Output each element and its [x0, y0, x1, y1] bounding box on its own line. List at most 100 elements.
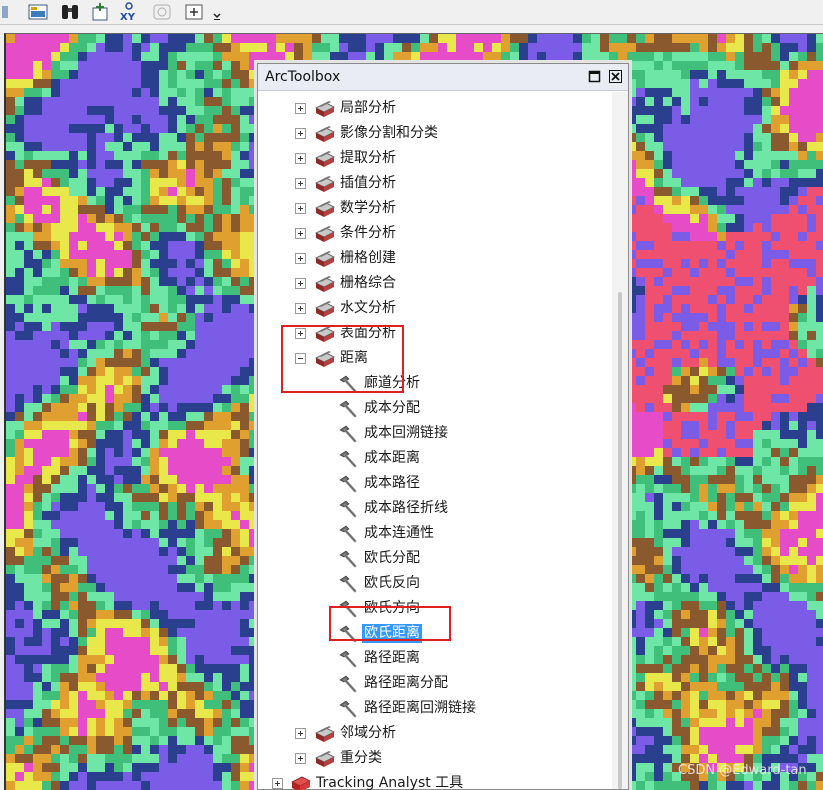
arctoolbox-titlebar[interactable]: ArcToolbox	[258, 64, 628, 91]
xy-goto-icon[interactable]: XY	[116, 1, 142, 23]
watermark: CSDN @Edward-tan	[678, 763, 807, 778]
hammer-tool-icon	[337, 499, 359, 519]
toolset-icon	[313, 749, 337, 769]
tree-item-label: 数学分析	[340, 200, 396, 216]
overflow-chevron-icon[interactable]	[210, 1, 224, 23]
add-data-icon[interactable]	[88, 1, 112, 23]
toolset-item[interactable]: 邻域分析	[258, 721, 612, 746]
tree-item-label: 影像分割和分类	[340, 125, 438, 141]
binoculars-icon[interactable]	[58, 1, 82, 23]
expand-icon[interactable]	[295, 103, 306, 114]
toolset-icon	[313, 174, 337, 194]
tree-scrollbar[interactable]	[612, 92, 628, 789]
scrollbar-thumb[interactable]	[618, 292, 622, 789]
hammer-tool-icon	[337, 474, 359, 494]
toolbox-item-tracking-analyst[interactable]: Tracking Analyst 工具	[258, 771, 612, 790]
tree-item-label: 路径距离	[364, 650, 420, 666]
tree-item-label: 欧氏反向	[364, 575, 420, 591]
highlight-box-euclidean-distance	[329, 606, 451, 641]
tree-item-label: 成本路径折线	[364, 500, 448, 516]
expand-icon[interactable]	[295, 278, 306, 289]
toolset-item[interactable]: 影像分割和分类	[258, 121, 612, 146]
toolset-item[interactable]: 数学分析	[258, 196, 612, 221]
tree-item-label: 插值分析	[340, 175, 396, 191]
tool-item[interactable]: 路径距离分配	[258, 671, 612, 696]
time-slider-icon[interactable]	[150, 1, 174, 23]
tool-item[interactable]: 成本分配	[258, 396, 612, 421]
hammer-tool-icon	[337, 674, 359, 694]
tool-item[interactable]: 成本路径折线	[258, 496, 612, 521]
toolset-item[interactable]: 栅格创建	[258, 246, 612, 271]
tool-item[interactable]: 成本距离	[258, 446, 612, 471]
toolset-icon	[313, 249, 337, 269]
tree-item-label: 成本回溯链接	[364, 425, 448, 441]
hammer-tool-icon	[337, 699, 359, 719]
main-toolbar: XY	[0, 0, 823, 25]
toolset-item[interactable]: 插值分析	[258, 171, 612, 196]
tool-item[interactable]: 路径距离	[258, 646, 612, 671]
toolset-icon	[313, 199, 337, 219]
close-icon	[609, 70, 622, 83]
toolset-icon	[313, 124, 337, 144]
expand-icon[interactable]	[295, 303, 306, 314]
tool-item[interactable]: 路径距离回溯链接	[258, 696, 612, 721]
close-button[interactable]	[607, 68, 624, 85]
expand-icon[interactable]	[295, 203, 306, 214]
tree-item-label: 邻域分析	[340, 725, 396, 741]
tree-item-label: 栅格综合	[340, 275, 396, 291]
tree-item-label: 成本距离	[364, 450, 420, 466]
tree-item-label: 提取分析	[340, 150, 396, 166]
tree-item-label: Tracking Analyst 工具	[316, 775, 464, 790]
tool-item[interactable]: 成本连通性	[258, 521, 612, 546]
expand-icon[interactable]	[295, 178, 306, 189]
toolset-icon	[313, 149, 337, 169]
hammer-tool-icon	[337, 549, 359, 569]
tree-item-label: 成本连通性	[364, 525, 434, 541]
expand-icon[interactable]	[295, 253, 306, 264]
window-title: ArcToolbox	[265, 69, 341, 85]
expand-icon[interactable]	[295, 728, 306, 739]
hammer-tool-icon	[337, 649, 359, 669]
toolset-icon	[313, 99, 337, 119]
tree-item-label: 水文分析	[340, 300, 396, 316]
tree-item-label: 重分类	[340, 750, 382, 766]
hammer-tool-icon	[337, 399, 359, 419]
expand-icon[interactable]	[295, 228, 306, 239]
layout-icon[interactable]	[26, 1, 50, 23]
toolset-icon	[313, 299, 337, 319]
expand-icon[interactable]	[272, 778, 283, 789]
maximize-icon	[588, 70, 601, 83]
expand-icon[interactable]	[295, 128, 306, 139]
tree-item-label: 欧氏分配	[364, 550, 420, 566]
tool-item[interactable]: 欧氏分配	[258, 546, 612, 571]
hammer-tool-icon	[337, 424, 359, 444]
expand-icon[interactable]	[295, 153, 306, 164]
maximize-button[interactable]	[586, 68, 603, 85]
tool-item[interactable]: 成本回溯链接	[258, 421, 612, 446]
highlight-box-distance	[281, 325, 404, 393]
hammer-tool-icon	[337, 574, 359, 594]
hammer-tool-icon	[337, 449, 359, 469]
tree-item-label: 路径距离回溯链接	[364, 700, 476, 716]
toolset-item[interactable]: 提取分析	[258, 146, 612, 171]
toolset-icon	[313, 724, 337, 744]
zoom-window-icon[interactable]	[182, 1, 206, 23]
toolbox-tree: 局部分析 影像分割和分类 提取分析 插值分析 数学分析 条件分析 栅格创建 栅格综合 水文分析表…	[258, 92, 612, 790]
tree-item-label: 成本路径	[364, 475, 420, 491]
tree-item-label: 局部分析	[340, 100, 396, 116]
toolbar-edge	[0, 1, 10, 23]
toolset-item[interactable]: 重分类	[258, 746, 612, 771]
tree-item-label: 条件分析	[340, 225, 396, 241]
tree-item-label: 栅格创建	[340, 250, 396, 266]
tool-item[interactable]: 欧氏反向	[258, 571, 612, 596]
tool-item[interactable]: 成本路径	[258, 471, 612, 496]
toolbox-icon	[289, 774, 313, 790]
toolset-item[interactable]: 局部分析	[258, 96, 612, 121]
toolset-item[interactable]: 水文分析	[258, 296, 612, 321]
hammer-tool-icon	[337, 524, 359, 544]
toolset-item[interactable]: 栅格综合	[258, 271, 612, 296]
toolset-icon	[313, 224, 337, 244]
arctoolbox-window: ArcToolbox 局部分析影像分割和分类 提取分析插值分析数学分析条件分析栅格…	[257, 63, 629, 790]
toolset-item[interactable]: 条件分析	[258, 221, 612, 246]
expand-icon[interactable]	[295, 753, 306, 764]
